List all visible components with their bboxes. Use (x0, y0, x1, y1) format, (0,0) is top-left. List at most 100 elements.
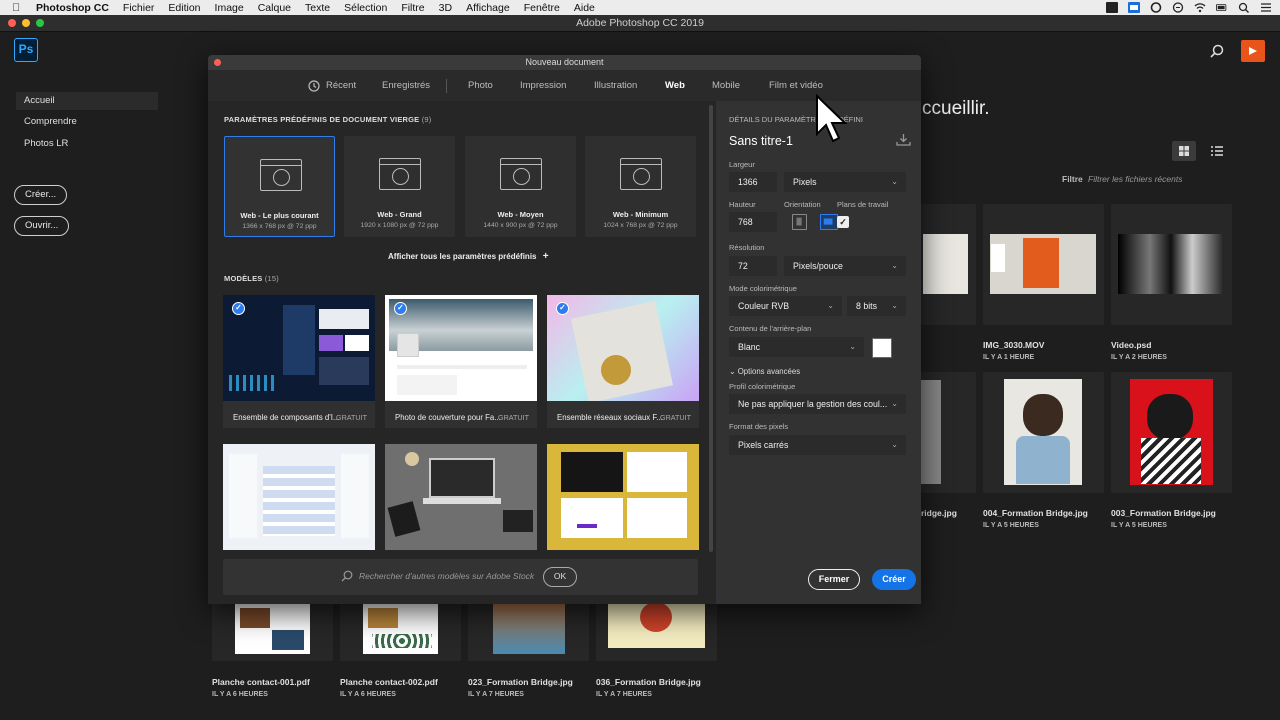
width-unit-select[interactable]: Pixels ⌄ (784, 172, 906, 192)
menu-texte[interactable]: Texte (305, 2, 330, 14)
wifi-icon[interactable] (1194, 2, 1206, 13)
background-color-swatch[interactable] (872, 338, 892, 358)
menu-filtre[interactable]: Filtre (401, 2, 424, 14)
file-name: 036_Formation Bridge.jpg (596, 677, 701, 687)
apple-icon[interactable]:  (12, 2, 26, 14)
dialog-close-button[interactable] (214, 59, 221, 66)
grid-view-toggle[interactable] (1172, 141, 1196, 161)
open-button[interactable]: Ouvrir... (14, 216, 70, 236)
preset-card[interactable]: Web - Minimum 1024 x 768 px @ 72 ppp (585, 136, 696, 237)
create-document-button[interactable]: Créer (872, 569, 916, 590)
presets-count: (9) (421, 115, 432, 124)
template-name: Photo de couverture pour Fa... (395, 413, 501, 422)
template-card[interactable]: ✓ Photo de couverture pour Fa... GRATUIT (385, 295, 537, 428)
file-thumb[interactable] (983, 204, 1104, 325)
tab-print[interactable]: Impression (520, 80, 566, 91)
check-icon: ✓ (556, 302, 569, 315)
notification-center-icon[interactable] (1260, 2, 1272, 13)
tab-film-video[interactable]: Film et vidéo (769, 80, 823, 91)
menu-calque[interactable]: Calque (258, 2, 291, 14)
stock-search-input[interactable]: Rechercher d'autres modèles sur Adobe St… (359, 571, 534, 581)
background-select[interactable]: Blanc ⌄ (729, 337, 864, 357)
document-name-field[interactable]: Sans titre-1 (729, 134, 793, 148)
template-card[interactable]: ✓ Ensemble de composants d'I... GRATUIT (223, 295, 375, 428)
stock-ok-button[interactable]: OK (543, 567, 577, 587)
list-view-icon[interactable] (1210, 144, 1224, 158)
menu-fenetre[interactable]: Fenêtre (524, 2, 560, 14)
menu-edition[interactable]: Edition (168, 2, 200, 14)
sidebar-item-accueil[interactable]: Accueil (16, 92, 158, 110)
create-button[interactable]: Créer... (14, 185, 68, 205)
preset-card[interactable]: Web - Le plus courant 1366 x 768 px @ 72… (224, 136, 335, 237)
tab-photo[interactable]: Photo (468, 80, 493, 91)
landscape-orientation-button[interactable] (820, 214, 838, 230)
menu-app[interactable]: Photoshop CC (36, 2, 109, 14)
tab-web[interactable]: Web (665, 80, 685, 91)
preset-name: Web - Grand (377, 210, 422, 219)
template-card[interactable] (223, 444, 375, 550)
screen-record-icon[interactable] (1128, 2, 1140, 13)
show-all-presets-link[interactable]: Afficher tous les paramètres prédéfinis … (388, 251, 549, 262)
menu-fichier[interactable]: Fichier (123, 2, 155, 14)
file-thumb[interactable] (340, 600, 461, 661)
presets-scrollbar[interactable] (709, 105, 713, 552)
chevron-down-icon: ⌄ (891, 399, 898, 408)
height-label: Hauteur (729, 200, 756, 209)
file-thumb[interactable] (1111, 204, 1232, 325)
tab-saved[interactable]: Enregistrés (382, 80, 430, 91)
color-mode-select[interactable]: Couleur RVB ⌄ (729, 296, 842, 316)
menu-affichage[interactable]: Affichage (466, 2, 510, 14)
spotlight-icon[interactable] (1238, 2, 1250, 13)
height-input[interactable]: 768 (729, 212, 777, 232)
file-thumb[interactable] (212, 600, 333, 661)
share-button[interactable] (1241, 40, 1265, 62)
preset-card[interactable]: Web - Grand 1920 x 1080 px @ 72 ppp (344, 136, 455, 237)
filter-input[interactable]: Filtrer les fichiers récents (1088, 174, 1182, 184)
creative-cloud-icon[interactable] (1150, 2, 1162, 13)
search-icon[interactable] (1210, 44, 1224, 58)
template-card[interactable]: ✓ Ensemble réseaux sociaux F... GRATUIT (547, 295, 699, 428)
template-name: Ensemble de composants d'I... (233, 413, 340, 422)
width-input[interactable]: 1366 (729, 172, 777, 192)
chevron-down-icon: ⌄ (827, 301, 834, 310)
keyboard-icon[interactable] (1106, 2, 1118, 13)
menu-aide[interactable]: Aide (574, 2, 595, 14)
preset-card[interactable]: Web - Moyen 1440 x 900 px @ 72 ppp (465, 136, 576, 237)
resolution-unit-select[interactable]: Pixels/pouce ⌄ (784, 256, 906, 276)
sidebar-item-comprendre[interactable]: Comprendre (16, 113, 158, 131)
tab-recent[interactable]: Récent (326, 80, 356, 91)
tab-mobile[interactable]: Mobile (712, 80, 740, 91)
file-thumb[interactable] (468, 600, 589, 661)
file-thumb[interactable] (1111, 372, 1232, 493)
menu-image[interactable]: Image (215, 2, 244, 14)
template-card[interactable] (385, 444, 537, 550)
bit-depth-select[interactable]: 8 bits ⌄ (847, 296, 906, 316)
chevron-down-icon: ⌄ (891, 440, 898, 449)
menu-3d[interactable]: 3D (439, 2, 452, 14)
file-name: Planche contact-002.pdf (340, 677, 438, 687)
window-title: Adobe Photoshop CC 2019 (576, 17, 704, 29)
file-thumb[interactable] (921, 372, 976, 493)
resolution-input[interactable]: 72 (729, 256, 777, 276)
battery-icon[interactable] (1216, 2, 1228, 13)
window-minimize-button[interactable] (22, 19, 30, 27)
color-profile-select[interactable]: Ne pas appliquer la gestion des coul... … (729, 394, 906, 414)
portrait-orientation-button[interactable] (792, 214, 807, 230)
sidebar-item-photos-lr[interactable]: Photos LR (16, 135, 158, 153)
artboards-checkbox[interactable]: ✓ (837, 216, 849, 228)
pixel-format-select[interactable]: Pixels carrés ⌄ (729, 435, 906, 455)
close-button[interactable]: Fermer (808, 569, 860, 590)
file-thumb[interactable] (596, 600, 717, 661)
file-thumb[interactable] (983, 372, 1104, 493)
tab-illustration[interactable]: Illustration (594, 80, 637, 91)
menu-selection[interactable]: Sélection (344, 2, 387, 14)
window-close-button[interactable] (8, 19, 16, 27)
dialog-titlebar: Nouveau document (208, 55, 921, 70)
file-thumb[interactable] (921, 204, 976, 325)
presets-section-title: PARAMÈTRES PRÉDÉFINIS DE DOCUMENT VIERGE… (224, 115, 431, 124)
advanced-options-toggle[interactable]: ⌄ Options avancées (729, 367, 800, 376)
sync-icon[interactable] (1172, 2, 1184, 13)
template-card[interactable] (547, 444, 699, 550)
window-zoom-button[interactable] (36, 19, 44, 27)
save-preset-icon[interactable] (896, 133, 911, 146)
